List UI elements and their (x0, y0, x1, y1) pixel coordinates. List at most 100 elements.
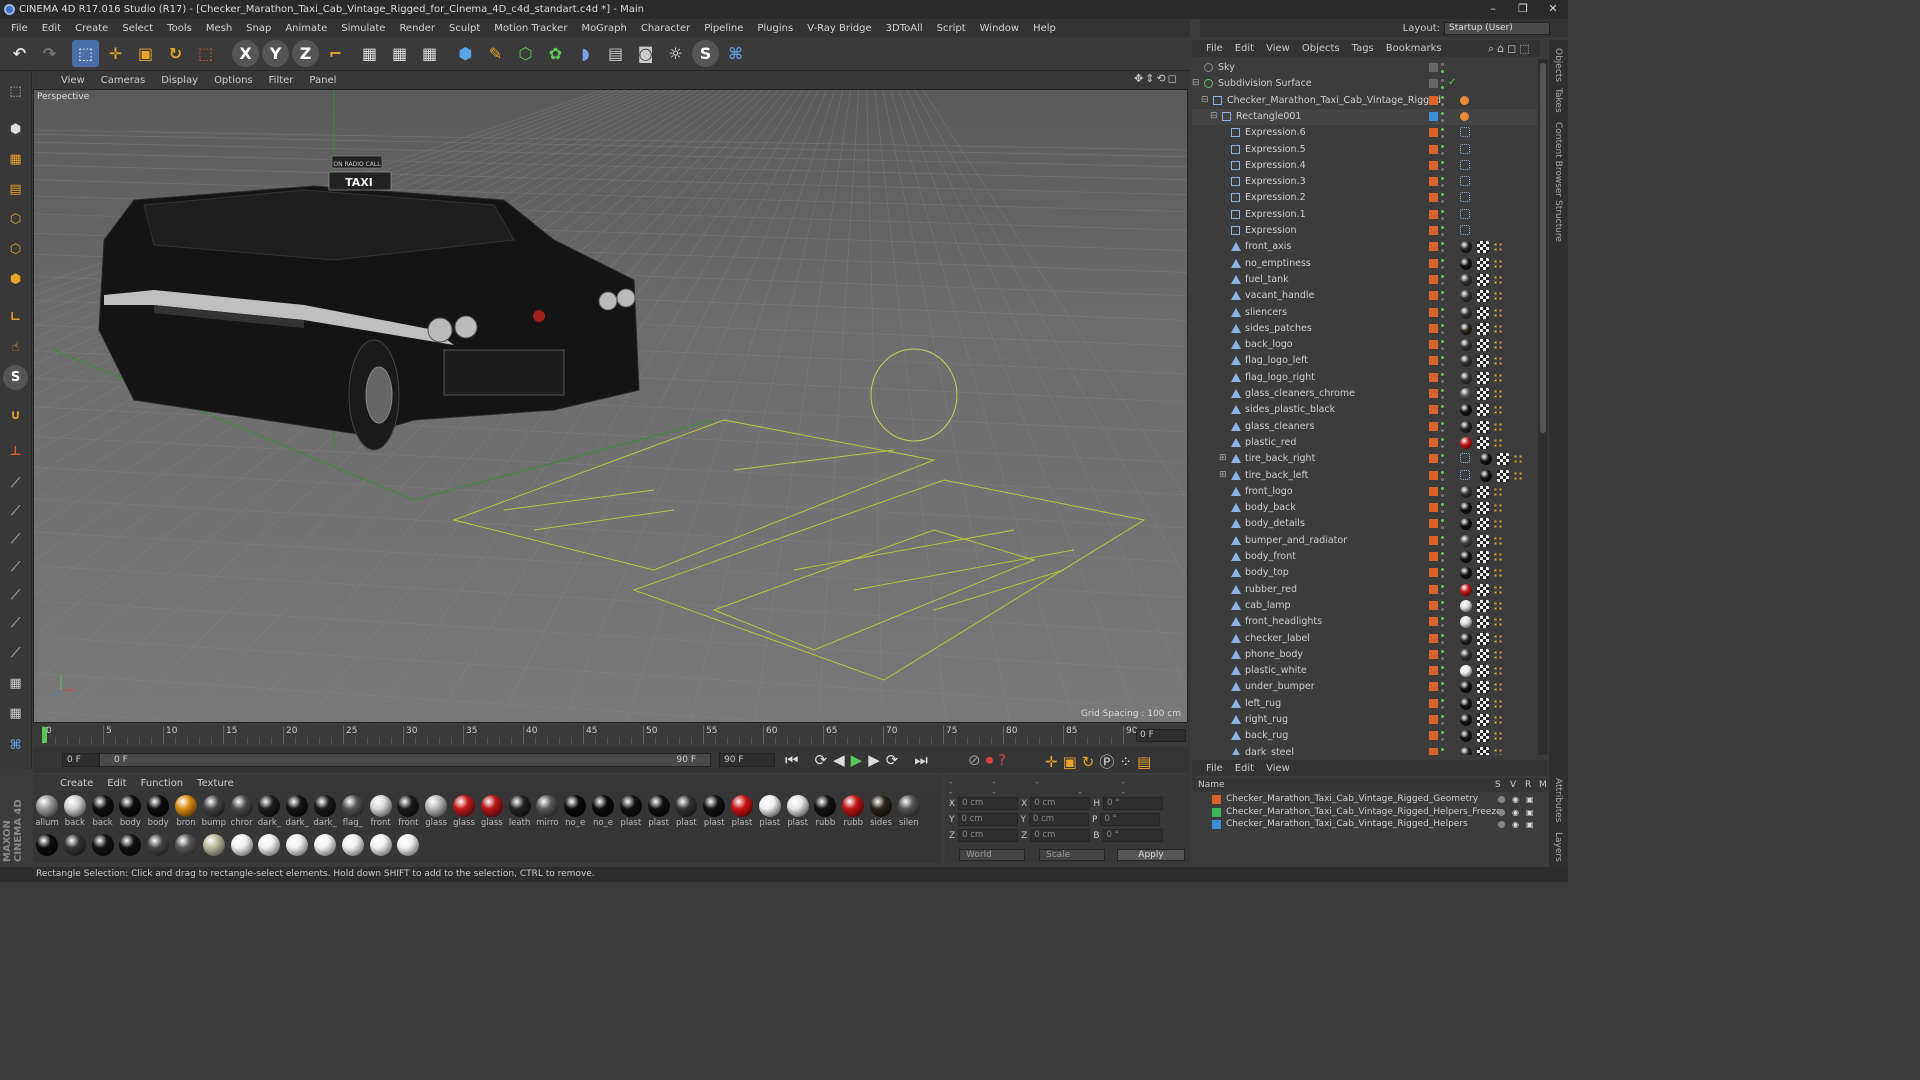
menu-render[interactable]: Render (392, 23, 442, 34)
selection-tag-icon[interactable] (1493, 552, 1502, 561)
selection-tag-icon[interactable] (1493, 242, 1502, 252)
object-row[interactable]: ⊟ Rectangle001 (1192, 108, 1537, 126)
deformer-icon[interactable]: ◗ (572, 40, 599, 67)
layer-render-icon[interactable]: ▣ (1526, 820, 1534, 829)
selection-tag-icon[interactable] (1493, 666, 1502, 676)
brush-7-icon[interactable]: ⟋ (3, 641, 28, 666)
visibility-dots-icon[interactable] (1441, 160, 1445, 171)
material-swatch[interactable]: front (395, 795, 421, 828)
side-tab-layers[interactable]: Layers (1553, 832, 1563, 862)
redo-icon[interactable]: ↷ (36, 40, 63, 67)
expand-toggle-icon[interactable]: ⊞ (1219, 470, 1227, 480)
visibility-dots-icon[interactable] (1441, 731, 1445, 742)
coordinate-mode-dropdown[interactable]: Scale (1039, 849, 1105, 861)
y-axis-icon[interactable]: Y (262, 40, 289, 67)
camera-icon[interactable]: ◙ (632, 40, 659, 67)
texture-tag-icon[interactable] (1477, 583, 1489, 596)
visibility-dots-icon[interactable] (1441, 470, 1445, 481)
object-row[interactable]: phone_body (1192, 647, 1537, 663)
menu-select[interactable]: Select (115, 23, 160, 34)
scrollbar-thumb[interactable] (1540, 63, 1546, 433)
layer-color-icon[interactable] (1429, 731, 1438, 741)
material-tag-icon[interactable] (1460, 404, 1472, 417)
material-tag-icon[interactable] (1460, 697, 1472, 710)
workplane-lock-icon[interactable]: ⊥ (3, 439, 28, 464)
material-swatch[interactable]: allum (34, 795, 60, 828)
object-row[interactable]: ⊞ tire_back_left (1192, 468, 1537, 484)
object-menu-edit[interactable]: Edit (1229, 43, 1260, 54)
visibility-dots-icon[interactable] (1441, 405, 1445, 416)
material-menu-create[interactable]: Create (53, 778, 100, 789)
selection-tag-icon[interactable] (1493, 405, 1502, 415)
enabled-check-icon[interactable]: ✓ (1448, 77, 1456, 88)
material-tag-icon[interactable] (1460, 616, 1472, 629)
object-row[interactable]: sliencers (1192, 305, 1537, 321)
layer-color-icon[interactable] (1429, 552, 1438, 561)
visibility-dots-icon[interactable] (1441, 389, 1445, 399)
texture-tag-icon[interactable] (1477, 534, 1489, 547)
menu-script[interactable]: Script (930, 23, 973, 34)
object-row[interactable]: right_rug (1192, 712, 1537, 728)
texture-tag-icon[interactable] (1477, 714, 1489, 726)
texture-tag-icon[interactable] (1477, 388, 1489, 400)
close-icon[interactable]: ✕ (1538, 0, 1568, 19)
material-swatch[interactable]: dark_ (284, 795, 310, 828)
texture-tag-icon[interactable] (1477, 290, 1489, 303)
material-swatch[interactable] (34, 834, 60, 856)
visibility-dots-icon[interactable] (1441, 535, 1445, 546)
menu-edit[interactable]: Edit (35, 23, 68, 34)
model-mode-icon[interactable]: ⬢ (3, 117, 28, 142)
brush-5-icon[interactable]: ⟋ (3, 583, 28, 608)
material-tag-icon[interactable] (1460, 485, 1472, 498)
layer-visible-icon[interactable]: ◉ (1512, 808, 1519, 817)
material-swatch[interactable] (340, 834, 366, 856)
selection-tag-icon[interactable] (1493, 356, 1502, 366)
selection-tag-icon[interactable] (1493, 568, 1502, 578)
layer-color-icon[interactable] (1429, 617, 1438, 627)
selection-tag-icon[interactable] (1493, 731, 1502, 741)
object-row[interactable]: back_logo (1192, 337, 1537, 353)
layer-color-icon[interactable] (1429, 698, 1438, 708)
layer-color-icon[interactable] (1429, 715, 1438, 724)
material-tag-icon[interactable] (1460, 746, 1472, 755)
layer-color-swatch[interactable] (1212, 807, 1221, 817)
menu-simulate[interactable]: Simulate (334, 23, 392, 34)
visibility-dots-icon[interactable] (1441, 552, 1445, 562)
step-back-icon[interactable]: ◀ (833, 751, 851, 769)
viewport-menu-display[interactable]: Display (153, 75, 206, 86)
layout-dropdown[interactable]: Startup (User) (1444, 21, 1550, 35)
taxi-model[interactable]: TAXI ON RADIO CALL (98, 155, 640, 451)
object-row[interactable]: ⊟ Checker_Marathon_Taxi_Cab_Vintage_Rigge… (1192, 93, 1537, 109)
layer-color-icon[interactable] (1429, 160, 1438, 170)
material-tag-icon[interactable] (1460, 322, 1472, 335)
visibility-dots-icon[interactable] (1441, 111, 1445, 122)
record-icon[interactable]: ⏺ (986, 751, 999, 769)
material-tag-icon[interactable] (1460, 518, 1472, 531)
material-tag-icon[interactable] (1460, 551, 1472, 563)
undo-icon[interactable]: ↶ (6, 40, 33, 67)
visibility-dots-icon[interactable] (1441, 340, 1445, 351)
layer-color-icon[interactable] (1429, 568, 1438, 578)
layer-color-icon[interactable] (1429, 63, 1438, 72)
expression-tag-icon[interactable] (1460, 225, 1470, 235)
object-row[interactable]: Expression.6 (1192, 125, 1537, 141)
material-swatch[interactable]: glass (423, 795, 449, 828)
layer-solo-icon[interactable] (1498, 821, 1505, 828)
menu-3dtoall[interactable]: 3DToAll (879, 23, 930, 34)
texture-tag-icon[interactable] (1477, 420, 1489, 433)
texture-mode-icon[interactable]: ▦ (3, 147, 28, 172)
texture-tag-icon[interactable] (1477, 648, 1489, 661)
layer-color-icon[interactable] (1429, 405, 1438, 415)
texture-tag-icon[interactable] (1477, 599, 1489, 612)
object-menu-objects[interactable]: Objects (1296, 43, 1346, 54)
material-swatch[interactable]: chror (229, 795, 255, 828)
light-icon[interactable]: ☼ (662, 40, 689, 67)
layer-color-icon[interactable] (1429, 682, 1438, 692)
object-row[interactable]: glass_cleaners_chrome (1192, 386, 1537, 402)
material-menu-edit[interactable]: Edit (100, 778, 133, 789)
layer-solo-icon[interactable] (1498, 808, 1505, 816)
key-pla-icon[interactable]: ⁘ (1119, 753, 1137, 771)
material-swatch[interactable]: plast (757, 795, 783, 828)
scale-icon[interactable]: ▣ (132, 40, 159, 67)
visibility-dots-icon[interactable] (1441, 649, 1445, 660)
